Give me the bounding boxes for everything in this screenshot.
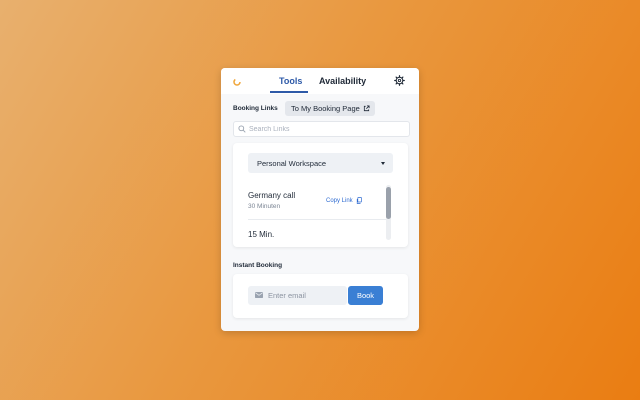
booking-page-button[interactable]: To My Booking Page — [285, 101, 375, 116]
workspace-select[interactable]: Personal Workspace — [248, 153, 393, 173]
links-scrollbar[interactable] — [386, 185, 391, 240]
gear-icon[interactable] — [394, 75, 405, 86]
tab-tools[interactable]: Tools — [279, 76, 302, 86]
workspace-select-value: Personal Workspace — [257, 159, 327, 168]
spinner-logo-icon — [233, 78, 241, 86]
tab-availability[interactable]: Availability — [319, 76, 366, 86]
copy-link-button[interactable]: Copy Link — [326, 197, 362, 204]
copy-link-label: Copy Link — [326, 197, 353, 204]
external-link-icon — [363, 105, 370, 112]
booking-page-button-label: To My Booking Page — [291, 104, 360, 113]
booking-links-label: Booking Links — [233, 105, 278, 112]
search-input[interactable] — [249, 123, 399, 135]
list-divider — [248, 219, 391, 220]
link-duration: 30 Minuten — [248, 203, 281, 210]
active-tab-indicator — [270, 91, 308, 93]
links-card: Personal Workspace Germany call 30 Minut… — [233, 143, 408, 247]
top-bar: Tools Availability — [221, 68, 419, 94]
email-input[interactable] — [268, 289, 343, 302]
caret-down-icon — [381, 162, 385, 165]
email-field — [248, 286, 347, 305]
search-box — [233, 121, 410, 137]
link-title[interactable]: Germany call — [248, 191, 295, 200]
copy-icon — [356, 197, 362, 204]
link-title[interactable]: 15 Min. — [248, 230, 274, 239]
extension-panel: Tools Availability Booking Links To My B… — [221, 68, 419, 331]
scrollbar-thumb[interactable] — [386, 187, 391, 219]
mail-icon — [255, 292, 263, 298]
instant-booking-label: Instant Booking — [233, 262, 283, 269]
instant-booking-card: Book — [233, 274, 408, 318]
book-button[interactable]: Book — [348, 286, 383, 305]
search-icon — [238, 125, 246, 133]
